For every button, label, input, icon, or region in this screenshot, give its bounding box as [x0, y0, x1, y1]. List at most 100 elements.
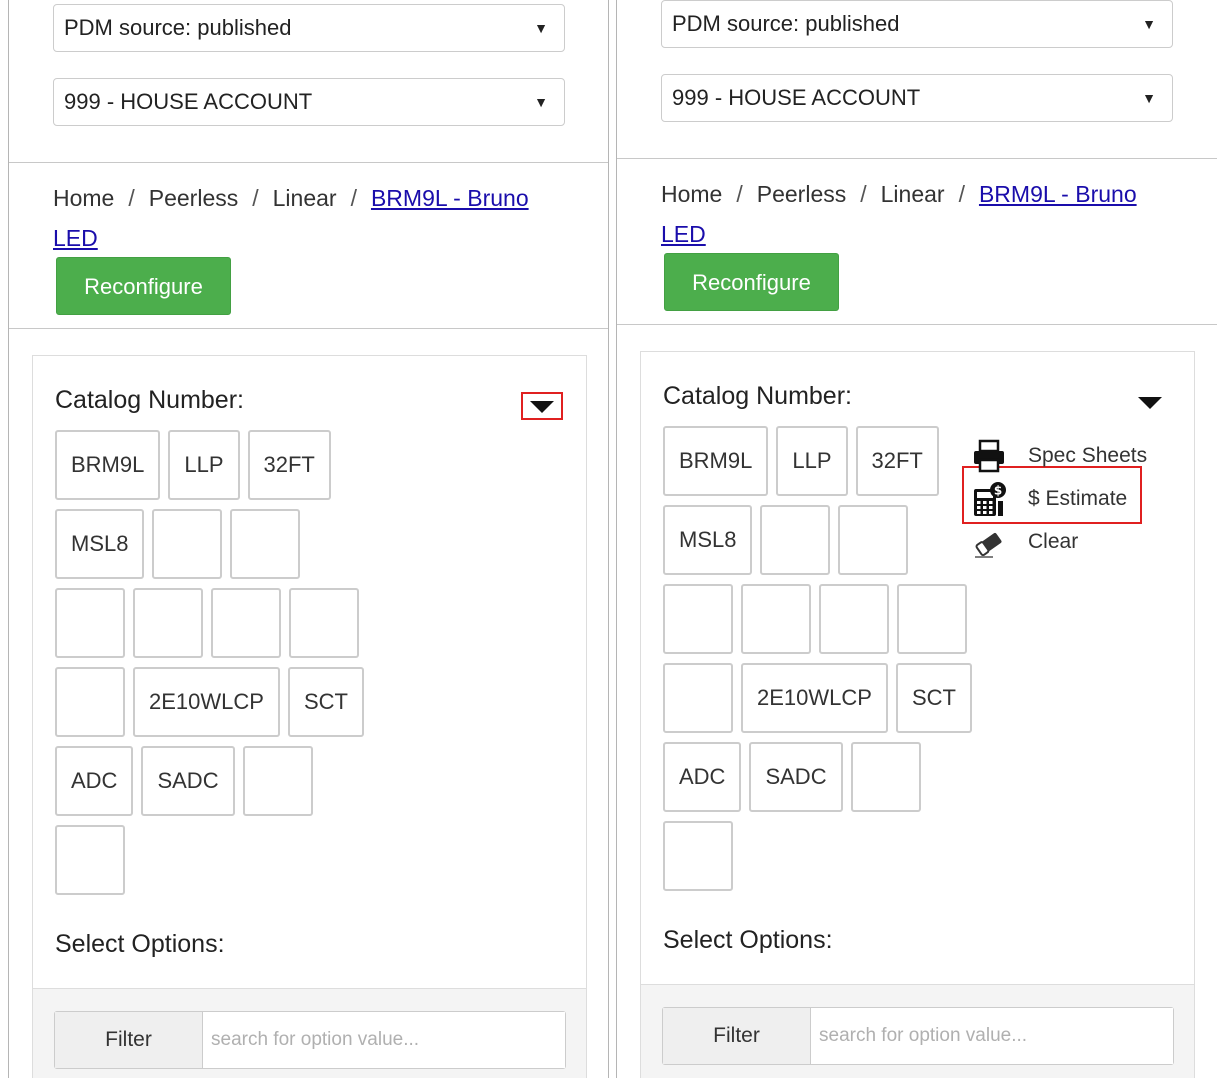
- pdm-source-value: PDM source: published: [672, 11, 900, 36]
- tile-row: MSL8: [663, 505, 1003, 575]
- tile-row: 2E10WLCP SCT: [663, 663, 1003, 733]
- filter-input[interactable]: [203, 1012, 565, 1068]
- menu-item-clear[interactable]: Clear: [971, 522, 1171, 562]
- catalog-tile[interactable]: ADC: [663, 742, 742, 812]
- account-value: 999 - HOUSE ACCOUNT: [64, 89, 313, 114]
- catalog-number-label: Catalog Number:: [55, 386, 244, 414]
- breadcrumb-separator: /: [350, 185, 357, 211]
- catalog-tile-empty[interactable]: [663, 584, 733, 654]
- calculator-icon: $: [974, 482, 1006, 516]
- pdm-source-select[interactable]: PDM source: published ▼: [661, 0, 1173, 48]
- breadcrumb-separator: /: [128, 185, 135, 211]
- account-select[interactable]: 999 - HOUSE ACCOUNT ▼: [53, 78, 565, 126]
- spec-sheets-label: Spec Sheets: [1028, 444, 1148, 467]
- select-options-label: Select Options:: [55, 930, 225, 958]
- breadcrumb-separator: /: [860, 181, 867, 207]
- tile-row: ADC SADC: [663, 742, 1003, 812]
- filter-label: Filter: [663, 1008, 811, 1064]
- breadcrumb: Home / Peerless / Linear / BRM9L - Bruno LED: [661, 174, 1161, 254]
- catalog-tile[interactable]: BRM9L: [55, 430, 161, 500]
- catalog-tile-empty[interactable]: [819, 584, 889, 654]
- catalog-tile[interactable]: 32FT: [247, 430, 331, 500]
- tile-row: 2E10WLCP SCT: [55, 667, 395, 737]
- breadcrumb-separator: /: [252, 185, 259, 211]
- catalog-tile[interactable]: LLP: [168, 430, 240, 500]
- breadcrumb-home[interactable]: Home: [661, 181, 722, 207]
- select-caret-icon: ▼: [534, 94, 548, 110]
- catalog-tile-empty[interactable]: [289, 588, 359, 658]
- catalog-tiles: BRM9L LLP 32FT MSL8 2E10WLCP SCT ADC SADC: [55, 430, 395, 904]
- filter-group: Filter: [662, 1007, 1174, 1065]
- catalog-card: Catalog Number: BRM9L LLP 32FT MSL8 2E10WLCP…: [640, 351, 1195, 1078]
- catalog-card: Catalog Number: BRM9L LLP 32FT MSL8 2E10WLCP…: [32, 355, 587, 1078]
- select-caret-icon: ▼: [534, 20, 548, 36]
- filter-label: Filter: [55, 1012, 203, 1068]
- tile-row: BRM9L LLP 32FT: [663, 426, 1003, 496]
- tile-row: MSL8: [55, 509, 395, 579]
- breadcrumb-peerless[interactable]: Peerless: [149, 185, 238, 211]
- catalog-tiles: BRM9L LLP 32FT MSL8 2E10WLCP SCT ADC SADC: [663, 426, 1003, 900]
- filter-group: Filter: [54, 1011, 566, 1069]
- breadcrumb: Home / Peerless / Linear / BRM9L - Bruno LED: [53, 178, 553, 258]
- tile-row: BRM9L LLP 32FT: [55, 430, 395, 500]
- select-caret-icon: ▼: [1142, 90, 1156, 106]
- divider: [617, 324, 1217, 325]
- catalog-tile[interactable]: 2E10WLCP: [133, 667, 280, 737]
- catalog-tile-empty[interactable]: [230, 509, 301, 579]
- printer-icon: [974, 439, 1004, 473]
- catalog-tile[interactable]: 2E10WLCP: [741, 663, 888, 733]
- select-caret-icon: ▼: [1142, 16, 1156, 32]
- svg-text:$: $: [994, 484, 1002, 498]
- filter-input[interactable]: [811, 1008, 1173, 1064]
- catalog-tile-empty[interactable]: [55, 588, 125, 658]
- left-panel: PDM source: published ▼ 999 - HOUSE ACCO…: [8, 0, 609, 1078]
- pdm-source-value: PDM source: published: [64, 15, 292, 40]
- breadcrumb-separator: /: [958, 181, 965, 207]
- eraser-icon: [975, 532, 1002, 558]
- clear-label: Clear: [1028, 530, 1079, 553]
- catalog-tile[interactable]: LLP: [776, 426, 848, 496]
- catalog-tile-empty[interactable]: [850, 742, 921, 812]
- catalog-tile-empty[interactable]: [741, 584, 811, 654]
- catalog-tile[interactable]: 32FT: [855, 426, 939, 496]
- menu-item-estimate[interactable]: $ $ Estimate: [971, 479, 1171, 519]
- divider: [9, 162, 608, 163]
- reconfigure-button[interactable]: Reconfigure: [56, 257, 231, 315]
- catalog-tile-empty[interactable]: [55, 825, 125, 895]
- reconfigure-button[interactable]: Reconfigure: [664, 253, 839, 311]
- right-panel: PDM source: published ▼ 999 - HOUSE ACCO…: [616, 0, 1217, 1078]
- catalog-tile[interactable]: BRM9L: [663, 426, 769, 496]
- breadcrumb-linear[interactable]: Linear: [881, 181, 945, 207]
- catalog-tile-empty[interactable]: [133, 588, 203, 658]
- account-select[interactable]: 999 - HOUSE ACCOUNT ▼: [661, 74, 1173, 122]
- catalog-tile-empty[interactable]: [663, 663, 733, 733]
- catalog-tile-empty[interactable]: [242, 746, 313, 816]
- catalog-tile[interactable]: SADC: [141, 746, 235, 816]
- catalog-tile-empty[interactable]: [55, 667, 125, 737]
- breadcrumb-linear[interactable]: Linear: [273, 185, 337, 211]
- tile-row: ADC SADC: [55, 746, 395, 816]
- estimate-label: $ Estimate: [1028, 487, 1128, 510]
- catalog-tile-empty[interactable]: [663, 821, 733, 891]
- catalog-tile[interactable]: SCT: [895, 663, 972, 733]
- catalog-tile[interactable]: SADC: [749, 742, 843, 812]
- pdm-source-select[interactable]: PDM source: published ▼: [53, 4, 565, 52]
- breadcrumb-peerless[interactable]: Peerless: [757, 181, 846, 207]
- menu-item-spec-sheets[interactable]: Spec Sheets: [971, 436, 1171, 476]
- catalog-menu-toggle[interactable]: [1129, 388, 1171, 416]
- filter-bar: Filter: [641, 984, 1194, 1078]
- catalog-tile-empty[interactable]: [760, 505, 831, 575]
- catalog-tile[interactable]: MSL8: [55, 509, 145, 579]
- catalog-tile[interactable]: SCT: [287, 667, 364, 737]
- catalog-tile[interactable]: MSL8: [663, 505, 753, 575]
- breadcrumb-home[interactable]: Home: [53, 185, 114, 211]
- caret-down-icon: [1138, 397, 1162, 409]
- catalog-tile[interactable]: ADC: [55, 746, 134, 816]
- divider: [9, 328, 608, 329]
- catalog-tile-empty[interactable]: [152, 509, 223, 579]
- catalog-menu-toggle[interactable]: [521, 392, 563, 420]
- catalog-tile-empty[interactable]: [838, 505, 909, 575]
- catalog-tile-empty[interactable]: [897, 584, 967, 654]
- catalog-tile-empty[interactable]: [211, 588, 281, 658]
- tile-row: [55, 825, 395, 895]
